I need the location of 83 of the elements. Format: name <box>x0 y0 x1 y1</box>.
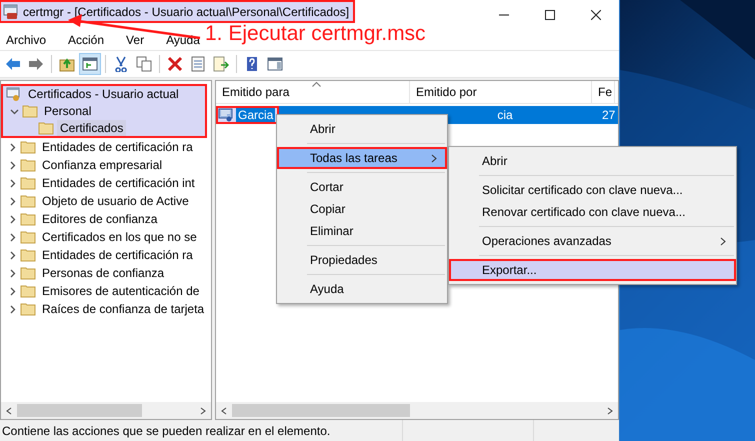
column-header-label: Emitido para <box>222 85 290 99</box>
column-header[interactable]: Fe <box>592 81 615 103</box>
tree-item[interactable]: Entidades de certificación int <box>39 175 198 191</box>
chevron-icon[interactable] <box>8 160 16 170</box>
menu-bar-item[interactable]: Ver <box>122 33 150 47</box>
tree-item[interactable]: Certificados - Usuario actual <box>25 86 182 102</box>
menu-item[interactable]: Operaciones avanzadas <box>449 230 736 252</box>
tree-item[interactable]: Entidades de certificación ra <box>39 139 196 155</box>
close-icon <box>591 10 601 20</box>
window-pane-icon <box>82 56 98 72</box>
maximize-icon <box>545 10 555 20</box>
menu-item[interactable]: Solicitar certificado con clave nueva... <box>449 179 736 201</box>
scroll-left-icon[interactable] <box>5 406 13 414</box>
help-icon <box>244 56 260 72</box>
scissors-icon <box>113 56 129 72</box>
folder-icon <box>20 175 36 191</box>
copy-icon <box>136 56 152 72</box>
folder-icon <box>20 247 36 263</box>
window-pane-icon <box>267 56 283 72</box>
menu-item[interactable]: Cortar <box>277 176 447 198</box>
scroll-right-icon[interactable] <box>606 406 614 414</box>
chevron-icon[interactable] <box>8 268 16 278</box>
folder-icon <box>20 211 36 227</box>
horizontal-scrollbar[interactable] <box>216 402 618 419</box>
tree-item[interactable]: Certificados en los que no se <box>39 229 200 245</box>
tree-toggle-button[interactable] <box>79 53 101 75</box>
status-text: Contiene las acciones que se pueden realizar en el elemento. <box>1 424 332 438</box>
menu-item[interactable]: Eliminar <box>277 220 447 242</box>
menu-item[interactable]: Abrir <box>449 150 736 172</box>
table-cell: Garcia <box>236 108 276 122</box>
left-arrow-icon <box>5 56 21 72</box>
tree-item[interactable]: Personal <box>41 103 94 119</box>
folder-icon <box>20 301 36 317</box>
certificate-icon <box>218 107 234 123</box>
folder-icon <box>20 229 36 245</box>
folder-icon <box>20 283 36 299</box>
right-arrow-icon <box>28 56 44 72</box>
menu-item[interactable]: Exportar... <box>449 259 736 281</box>
horizontal-scrollbar[interactable] <box>1 402 211 419</box>
table-cell: 27 <box>602 108 616 122</box>
scroll-left-icon[interactable] <box>220 406 228 414</box>
table-cell: cia <box>497 108 513 122</box>
menu-item[interactable]: Renovar certificado con clave nueva... <box>449 201 736 223</box>
document-icon <box>190 56 206 72</box>
menu-item[interactable]: Ayuda <box>277 278 447 300</box>
chevron-icon[interactable] <box>10 106 18 116</box>
tree-item[interactable]: Editores de confianza <box>39 211 160 227</box>
folder-up-icon <box>59 56 75 72</box>
annotation-text: 1. Ejecutar certmgr.msc <box>205 22 426 46</box>
console-icon <box>3 4 19 20</box>
folder-icon <box>20 157 36 173</box>
tree-item[interactable]: Certificados <box>57 120 126 136</box>
delete-icon <box>167 56 183 72</box>
menu-bar-item[interactable]: Acción <box>64 33 110 47</box>
menu-item[interactable]: Todas las tareas <box>277 147 447 169</box>
chevron-icon[interactable] <box>8 142 16 152</box>
column-header[interactable]: Emitido para <box>216 81 410 103</box>
column-header[interactable]: Emitido por <box>410 81 592 103</box>
tree-item[interactable]: Raíces de confianza de tarjeta <box>39 301 208 317</box>
chevron-icon[interactable] <box>8 304 16 314</box>
folder-icon <box>20 193 36 209</box>
scroll-right-icon[interactable] <box>199 406 207 414</box>
tree-item[interactable]: Objeto de usuario de Active <box>39 193 192 209</box>
menu-item[interactable]: Propiedades <box>277 249 447 271</box>
certificate-store-icon <box>6 86 22 102</box>
window-title: certmgr - [Certificados - Usuario actual\Personal\Certificados] <box>23 4 350 18</box>
chevron-icon[interactable] <box>8 286 16 296</box>
export-icon <box>213 56 229 72</box>
tree-item[interactable]: Entidades de certificación ra <box>39 247 196 263</box>
tree-item[interactable]: Confianza empresarial <box>39 157 166 173</box>
chevron-icon[interactable] <box>8 178 16 188</box>
column-header-label: Emitido por <box>416 85 477 99</box>
menu-item[interactable]: Abrir <box>277 118 447 140</box>
chevron-icon[interactable] <box>8 232 16 242</box>
tree-item[interactable]: Personas de confianza <box>39 265 168 281</box>
folder-icon <box>20 265 36 281</box>
tree-item[interactable]: Emisores de autenticación de <box>39 283 202 299</box>
chevron-icon[interactable] <box>8 214 16 224</box>
menu-item[interactable]: Copiar <box>277 198 447 220</box>
menu-bar-item[interactable]: Archivo <box>2 33 52 47</box>
chevron-icon[interactable] <box>8 196 16 206</box>
column-header-label: Fe <box>598 85 612 99</box>
chevron-icon[interactable] <box>8 250 16 260</box>
